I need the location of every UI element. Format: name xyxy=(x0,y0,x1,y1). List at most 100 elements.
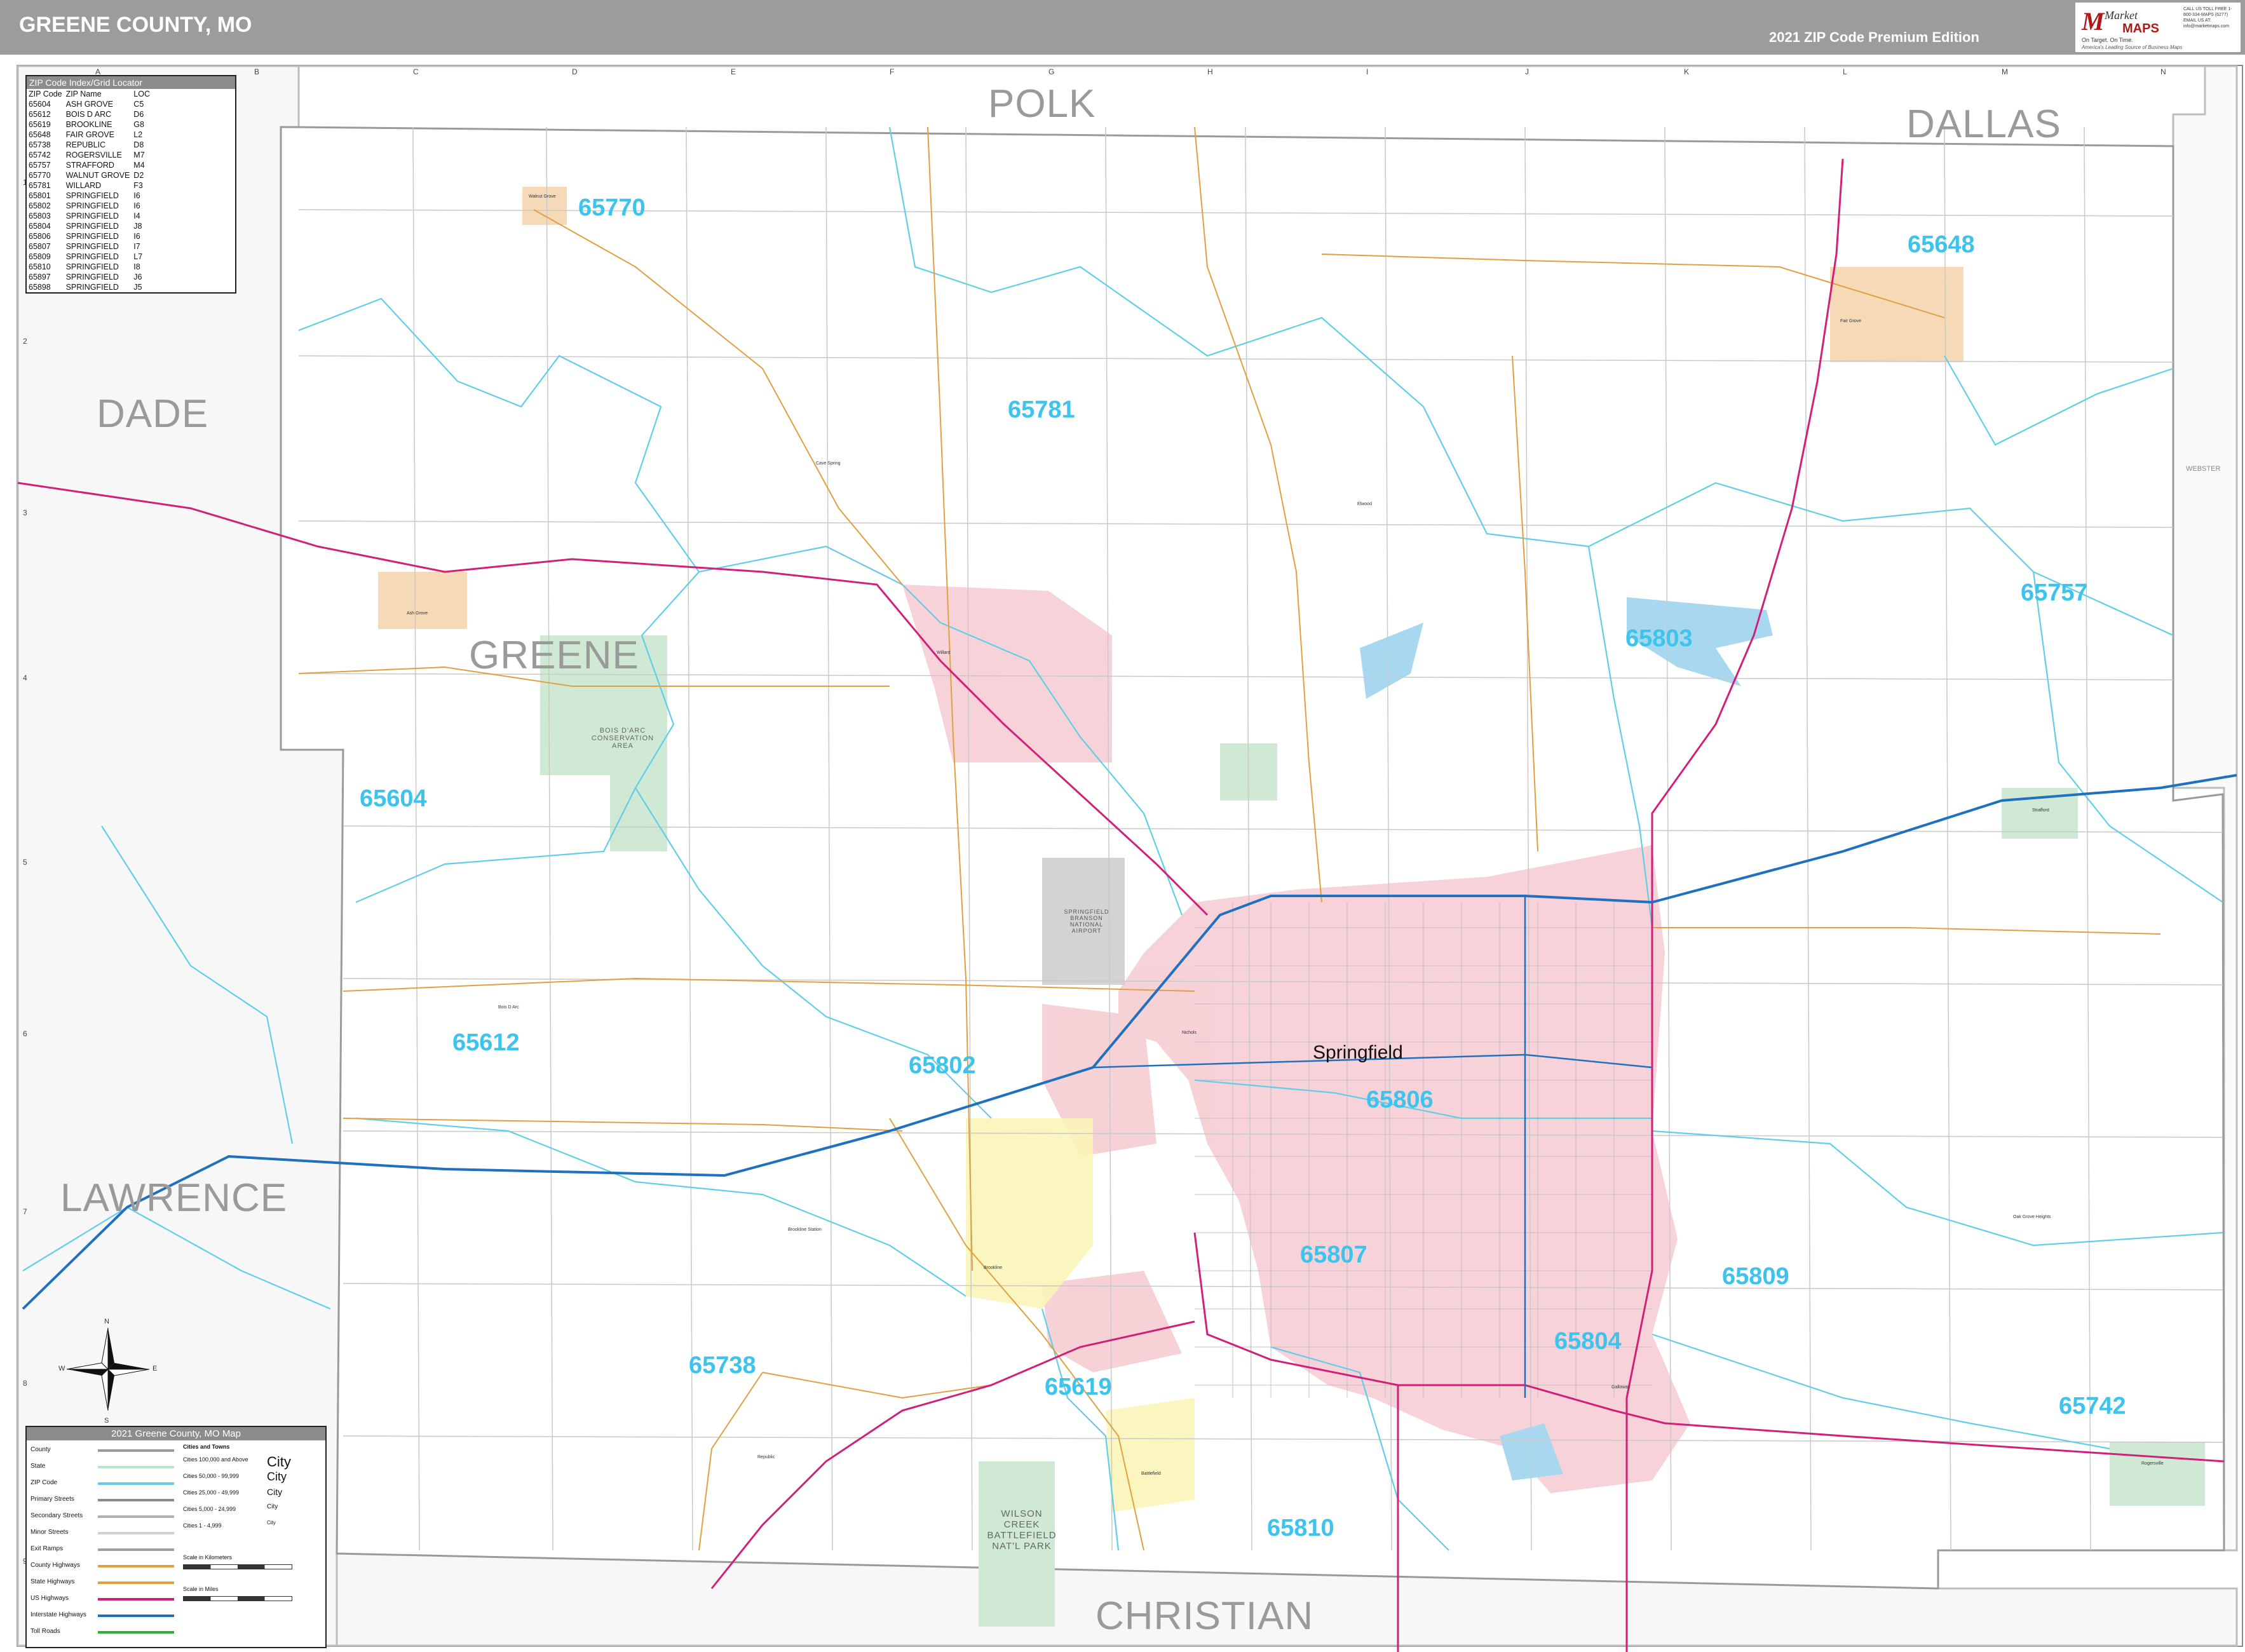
zip-index-header: ZIP Name xyxy=(65,90,102,98)
battlefield-area xyxy=(1106,1398,1195,1512)
legend-city-class: Cities 50,000 - 99,999 xyxy=(183,1473,240,1479)
zip-index-row: 65770 WALNUT GROVE D2 xyxy=(27,170,152,180)
place-fair-grove: Fair Grove xyxy=(1840,319,1862,323)
grid-number-8: 8 xyxy=(23,1379,27,1388)
legend-scale-mi: Scale in Miles xyxy=(183,1586,219,1592)
zip-index-header: LOC xyxy=(133,90,150,98)
grid-letter-j: J xyxy=(1525,67,1529,76)
zip-index-header-row: ZIP Code ZIP Name LOC xyxy=(27,89,152,99)
zip-index-grid: ZIP Code ZIP Name LOC 65604 ASH GROVE C5 65… xyxy=(27,89,152,292)
zip-index-cell: D8 xyxy=(133,140,144,149)
legend-swatch xyxy=(98,1499,174,1501)
grid-letter-d: D xyxy=(572,67,578,76)
legend-item-label: State xyxy=(31,1463,46,1470)
park-label-wilson-creek: WILSON CREEK BATTLEFIELD NAT'L PARK xyxy=(987,1508,1057,1552)
place-strafford: Strafford xyxy=(2032,808,2049,813)
zip-index-cell: 65619 xyxy=(29,120,51,129)
grid-letter-i: I xyxy=(1366,67,1369,76)
zip-index-row: 65604 ASH GROVE C5 xyxy=(27,99,152,109)
legend-swatch xyxy=(98,1615,174,1617)
zip-index-cell: SPRINGFIELD xyxy=(65,283,119,292)
grid-letter-f: F xyxy=(890,67,895,76)
grid-number-5: 5 xyxy=(23,858,27,867)
zip-index-row: 65807 SPRINGFIELD I7 xyxy=(27,241,152,252)
zip-index-cell: SPRINGFIELD xyxy=(65,222,119,231)
zip-index-cell: 65897 xyxy=(29,273,51,281)
county-label-greene: GREENE xyxy=(469,633,639,677)
zip-index-title: ZIP Code Index/Grid Locator xyxy=(27,76,235,89)
zip-label-65803: 65803 xyxy=(1625,625,1693,652)
zip-index-cell: 65738 xyxy=(29,140,51,149)
legend-city-class: Cities 1 - 4,999 xyxy=(183,1522,222,1529)
zip-index-row: 65619 BROOKLINE G8 xyxy=(27,119,152,130)
zip-label-65738: 65738 xyxy=(689,1352,756,1379)
zip-index-header: ZIP Code xyxy=(29,90,62,98)
zip-index-cell: WALNUT GROVE xyxy=(65,171,130,180)
zip-index-cell: BOIS D ARC xyxy=(65,110,112,119)
walnut-grove-area xyxy=(522,187,567,225)
zip-index-cell: J5 xyxy=(133,283,142,292)
grid-letter-g: G xyxy=(1048,67,1055,76)
zip-label-65809: 65809 xyxy=(1722,1263,1789,1290)
zip-label-65742: 65742 xyxy=(2059,1393,2126,1419)
zip-index-cell: 65781 xyxy=(29,181,51,190)
grid-number-3: 3 xyxy=(23,508,27,517)
zip-index-row: 65806 SPRINGFIELD I6 xyxy=(27,231,152,241)
zip-index-cell: SPRINGFIELD xyxy=(65,232,119,241)
zip-index-cell: 65806 xyxy=(29,232,51,241)
zip-label-65612: 65612 xyxy=(452,1029,520,1056)
legend-swatch xyxy=(98,1449,174,1452)
zip-index-row: 65804 SPRINGFIELD J8 xyxy=(27,221,152,231)
county-label-dade: DADE xyxy=(97,392,209,436)
place-rogersville: Rogersville xyxy=(2141,1461,2164,1466)
legend-item-label: Exit Ramps xyxy=(31,1545,64,1552)
zip-index-cell: L7 xyxy=(133,252,143,261)
zip-index-cell: STRAFFORD xyxy=(65,161,114,170)
legend-city-sample: City xyxy=(267,1487,283,1497)
zip-index-cell: M7 xyxy=(133,151,145,159)
county-label-polk: POLK xyxy=(988,82,1096,126)
zip-index-cell: 65612 xyxy=(29,110,51,119)
legend-swatch xyxy=(98,1581,174,1584)
legend-city-class: Cities 100,000 and Above xyxy=(183,1456,248,1463)
zip-index-cell: REPUBLIC xyxy=(65,140,106,149)
grid-number-2: 2 xyxy=(23,337,27,346)
place-walnut-grove: Walnut Grove xyxy=(529,194,556,199)
fair-grove-area xyxy=(1830,267,1964,362)
legend-city-sample: City xyxy=(267,1454,291,1470)
zip-label-65807: 65807 xyxy=(1300,1242,1367,1268)
compass-rose-icon xyxy=(66,1327,150,1411)
zip-index-cell: 65742 xyxy=(29,151,51,159)
zip-index-cell: SPRINGFIELD xyxy=(65,242,119,251)
zip-index-row: 65757 STRAFFORD M4 xyxy=(27,160,152,170)
zip-index-cell: G8 xyxy=(133,120,144,129)
legend-item-label: State Highways xyxy=(31,1578,75,1585)
place-battlefield: Battlefield xyxy=(1141,1472,1161,1476)
zip-label-65757: 65757 xyxy=(2021,579,2088,606)
zip-index-cell: SPRINGFIELD xyxy=(65,201,119,210)
grid-letter-l: L xyxy=(1843,67,1847,76)
park-label-bois-darc: BOIS D'ARC CONSERVATION AREA xyxy=(591,727,655,750)
zip-label-65770: 65770 xyxy=(578,194,646,221)
legend-item-label: County xyxy=(31,1446,51,1453)
zip-index-row: 65810 SPRINGFIELD I8 xyxy=(27,262,152,272)
legend-swatch xyxy=(98,1631,174,1634)
legend-item-label: Minor Streets xyxy=(31,1529,69,1536)
legend-swatch xyxy=(98,1532,174,1534)
grid-letter-k: K xyxy=(1684,67,1690,76)
zip-index-cell: I8 xyxy=(133,262,140,271)
place-bois-d-arc: Bois D Arc xyxy=(498,1005,519,1010)
zip-index-cell: 65809 xyxy=(29,252,51,261)
zip-index-row: 65738 REPUBLIC D8 xyxy=(27,140,152,150)
grid-letter-e: E xyxy=(731,67,736,76)
legend-city-class: Cities 25,000 - 49,999 xyxy=(183,1489,240,1496)
legend-swatch xyxy=(98,1565,174,1567)
place-brookline: Brookline xyxy=(984,1266,1003,1270)
legend-item-label: US Highways xyxy=(31,1595,69,1602)
zip-label-65804: 65804 xyxy=(1554,1328,1622,1355)
zip-index-cell: J8 xyxy=(133,222,142,231)
zip-index-cell: ASH GROVE xyxy=(65,100,113,109)
legend-city-sample: City xyxy=(267,1503,278,1510)
place-galloway: Galloway xyxy=(1611,1385,1630,1390)
zip-index-cell: I6 xyxy=(133,201,140,210)
